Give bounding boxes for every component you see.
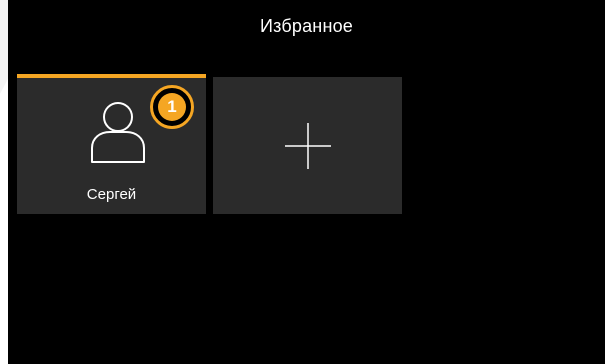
notification-badge: 1	[150, 85, 194, 129]
favorite-contact-tile[interactable]: Сергей 1	[17, 74, 206, 214]
badge-count: 1	[158, 93, 186, 121]
add-favorite-tile[interactable]	[213, 77, 402, 214]
user-icon	[91, 102, 145, 163]
plus-icon	[285, 123, 331, 169]
contact-name: Сергей	[86, 186, 137, 203]
device-screen-photo: Избранное Сергей 1	[0, 0, 605, 364]
page-title: Избранное	[259, 16, 354, 36]
selected-indicator-bar	[17, 74, 206, 78]
app-screen: Избранное Сергей 1	[8, 0, 605, 364]
